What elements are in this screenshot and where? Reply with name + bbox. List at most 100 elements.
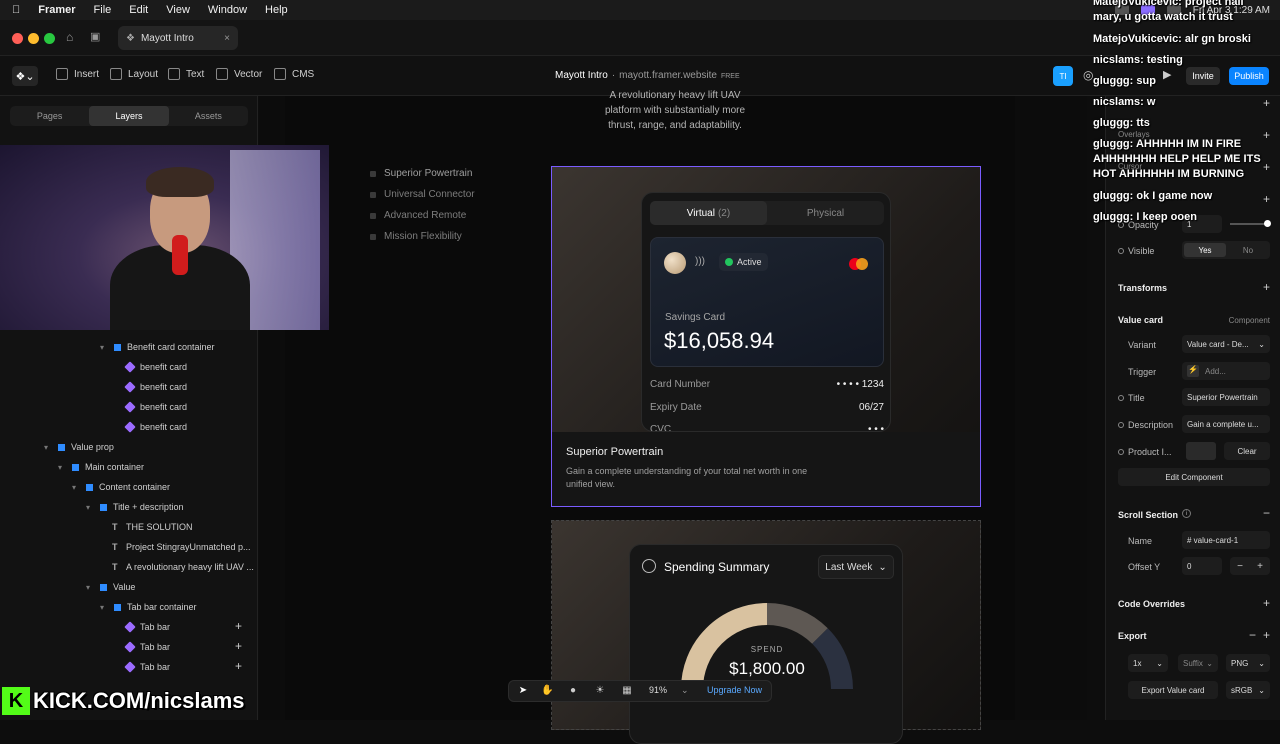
product-image-thumbnail[interactable] <box>1186 442 1216 460</box>
framer-menu-button[interactable]: ❖⌄ <box>12 66 38 86</box>
chevron-down-icon[interactable]: ▾ <box>86 503 94 512</box>
minus-icon[interactable]: − <box>1237 561 1243 572</box>
menu-file[interactable]: File <box>94 4 112 16</box>
zoom-window-button[interactable] <box>44 33 55 44</box>
range-dropdown[interactable]: Last Week ⌄ <box>818 555 894 579</box>
opacity-slider-handle[interactable] <box>1264 220 1271 227</box>
menu-app-name[interactable]: Framer <box>38 4 75 16</box>
export-button[interactable]: Export Value card <box>1128 681 1218 699</box>
add-icon[interactable]: + <box>1263 280 1270 294</box>
value-card-title[interactable]: Superior Powertrain <box>566 446 663 458</box>
add-icon[interactable]: + <box>1263 192 1270 206</box>
description-input[interactable]: Gain a complete u... <box>1182 415 1270 433</box>
close-window-button[interactable] <box>12 33 23 44</box>
collapse-icon[interactable]: − <box>1263 506 1270 520</box>
zoom-level[interactable]: 91% <box>649 685 667 695</box>
export-format-select[interactable]: PNG ⌄ <box>1226 654 1270 672</box>
segment-virtual[interactable]: Virtual (2) <box>650 201 767 225</box>
variable-icon[interactable] <box>1118 449 1124 455</box>
layer-item[interactable]: ▾ Value <box>86 577 135 597</box>
transforms-section[interactable]: Transforms <box>1118 283 1167 293</box>
layer-item[interactable]: T A revolutionary heavy lift UAV ... <box>112 557 254 577</box>
layer-item[interactable]: Tab bar <box>124 637 170 657</box>
variable-icon[interactable] <box>1118 248 1124 254</box>
layer-item[interactable]: ▾ Value prop <box>44 437 114 457</box>
chevron-down-icon[interactable]: ▾ <box>86 583 94 592</box>
inbox-icon[interactable]: ▣ <box>90 30 100 43</box>
comment-icon[interactable]: ● <box>567 685 579 697</box>
layer-item[interactable]: ▾ Benefit card container <box>100 337 215 357</box>
apple-icon[interactable]:  <box>12 4 20 16</box>
export-suffix-input[interactable]: Suffix ⌄ <box>1178 654 1218 672</box>
layer-item[interactable]: benefit card <box>124 417 187 437</box>
chevron-down-icon[interactable]: ▾ <box>100 343 108 352</box>
chevron-down-icon[interactable]: ▾ <box>44 443 52 452</box>
page-frame[interactable]: A revolutionary heavy lift UAV platform … <box>285 90 1015 744</box>
collapse-icon[interactable]: − <box>1249 628 1256 642</box>
project-tab[interactable]: ❖ Mayott Intro × <box>118 26 238 50</box>
side-item[interactable]: Universal Connector <box>370 189 475 200</box>
menu-view[interactable]: View <box>166 4 190 16</box>
user-avatar[interactable]: TI <box>1053 66 1073 86</box>
add-icon[interactable]: + <box>235 619 242 633</box>
sun-icon[interactable]: ☀ <box>594 685 606 697</box>
side-item[interactable]: Mission Flexibility <box>370 231 462 242</box>
tab-pages[interactable]: Pages <box>10 106 89 126</box>
chevron-down-icon[interactable]: ▾ <box>58 463 66 472</box>
layer-item[interactable]: ▾ Content container <box>72 477 170 497</box>
layer-item[interactable]: T Project StingrayUnmatched p... <box>112 537 251 557</box>
close-tab-icon[interactable]: × <box>224 33 230 44</box>
layer-item[interactable]: benefit card <box>124 397 187 417</box>
chevron-down-icon[interactable]: ⌄ <box>681 685 689 696</box>
home-icon[interactable]: ⌂ <box>66 30 73 44</box>
hand-icon[interactable]: ✋ <box>541 685 553 697</box>
offset-input[interactable]: 0 <box>1182 557 1222 575</box>
grid-icon[interactable]: ▦ <box>621 685 633 697</box>
trigger-field[interactable]: ⚡ Add... <box>1182 362 1270 380</box>
value-card-description[interactable]: Gain a complete understanding of your to… <box>566 465 826 491</box>
value-card[interactable]: Virtual (2) Physical ))) Active Savings C… <box>551 166 981 507</box>
side-item[interactable]: Advanced Remote <box>370 210 466 221</box>
variant-select[interactable]: Value card - De... ⌄ <box>1182 335 1270 353</box>
globe-icon[interactable]: ◎ <box>1083 68 1093 82</box>
text-button[interactable]: Text <box>168 68 204 80</box>
add-icon[interactable]: + <box>235 639 242 653</box>
variable-icon[interactable] <box>1118 395 1124 401</box>
title-input[interactable]: Superior Powertrain <box>1182 388 1270 406</box>
layer-item[interactable]: Tab bar <box>124 657 170 677</box>
edit-component-button[interactable]: Edit Component <box>1118 468 1270 486</box>
play-icon[interactable]: ▶ <box>1163 68 1171 81</box>
cms-button[interactable]: CMS <box>274 68 314 80</box>
menu-window[interactable]: Window <box>208 4 247 16</box>
add-icon[interactable]: + <box>1263 96 1270 110</box>
add-icon[interactable]: + <box>235 659 242 673</box>
layer-item[interactable]: T THE SOLUTION <box>112 517 193 537</box>
tab-assets[interactable]: Assets <box>169 106 248 126</box>
variable-icon[interactable] <box>1118 422 1124 428</box>
minimize-window-button[interactable] <box>28 33 39 44</box>
site-title[interactable]: Mayott Intro · mayott.framer.website FREE <box>555 70 740 81</box>
name-input[interactable]: # value-card-1 <box>1182 531 1270 549</box>
export-scale-select[interactable]: 1x ⌄ <box>1128 654 1168 672</box>
export-color-select[interactable]: sRGB ⌄ <box>1226 681 1270 699</box>
layer-item[interactable]: Tab bar <box>124 617 170 637</box>
add-icon[interactable]: + <box>1263 596 1270 610</box>
menu-edit[interactable]: Edit <box>129 4 148 16</box>
design-canvas[interactable]: A revolutionary heavy lift UAV platform … <box>259 90 1087 744</box>
invite-button[interactable]: Invite <box>1186 67 1220 85</box>
layer-item[interactable]: benefit card <box>124 377 187 397</box>
insert-button[interactable]: Insert <box>56 68 99 80</box>
layer-item[interactable]: ▾ Main container <box>58 457 144 477</box>
clear-image-button[interactable]: Clear <box>1224 442 1270 460</box>
offset-stepper[interactable]: − + <box>1230 557 1270 575</box>
menu-help[interactable]: Help <box>265 4 288 16</box>
info-icon[interactable]: i <box>1182 509 1191 518</box>
code-overrides-section[interactable]: Code Overrides <box>1118 599 1185 609</box>
chevron-down-icon[interactable]: ▾ <box>100 603 108 612</box>
add-icon[interactable]: + <box>1263 628 1270 642</box>
layer-item[interactable]: ▾ Title + description <box>86 497 183 517</box>
layout-button[interactable]: Layout <box>110 68 158 80</box>
publish-button[interactable]: Publish <box>1229 67 1269 85</box>
hero-description[interactable]: A revolutionary heavy lift UAV platform … <box>595 88 755 133</box>
chevron-down-icon[interactable]: ▾ <box>72 483 80 492</box>
